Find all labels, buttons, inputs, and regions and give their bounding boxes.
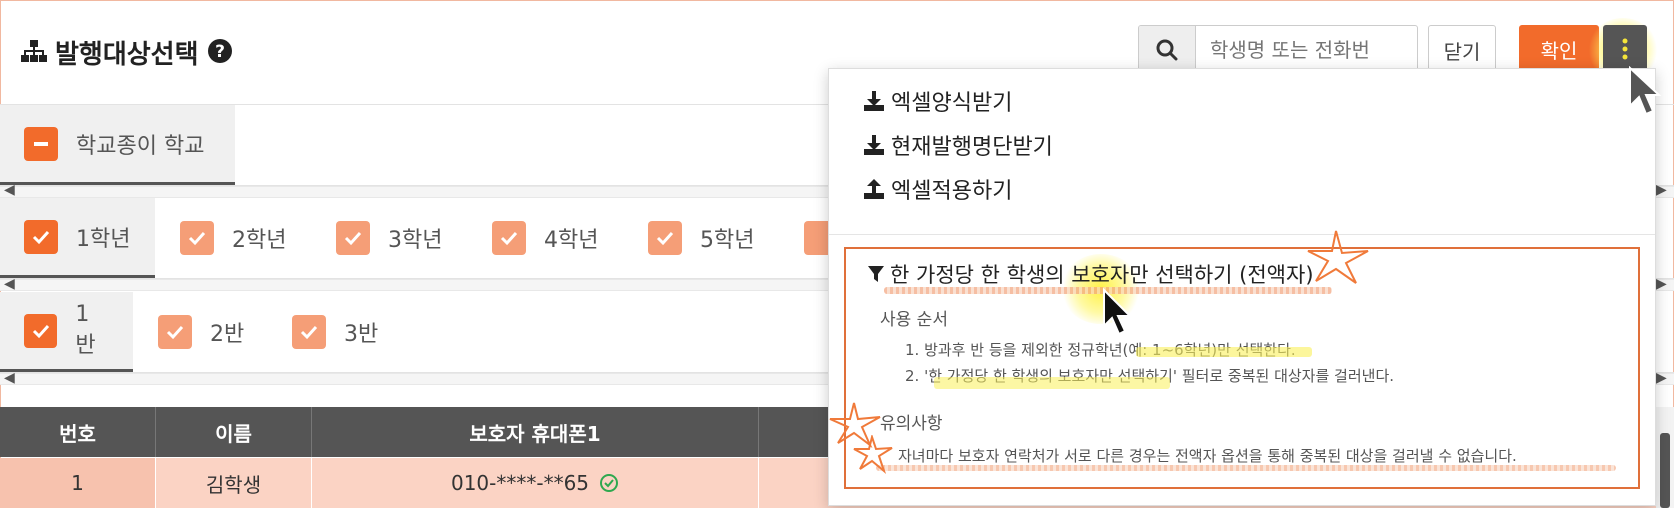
grade-chip[interactable]: 4학년 bbox=[492, 198, 598, 278]
help-icon[interactable]: ? bbox=[207, 38, 233, 68]
search-button[interactable] bbox=[1139, 26, 1196, 74]
usage-title: 사용 순서 bbox=[880, 310, 948, 330]
search-icon bbox=[1156, 39, 1178, 61]
checkbox-checked[interactable] bbox=[158, 315, 192, 349]
school-chip[interactable]: 학교종이 학교 bbox=[0, 105, 235, 185]
scroll-right-icon[interactable]: ▶ bbox=[1656, 276, 1667, 292]
search-input[interactable] bbox=[1196, 26, 1412, 74]
class-label: 3반 bbox=[344, 322, 379, 347]
check-icon bbox=[32, 230, 50, 244]
download-icon bbox=[864, 91, 884, 111]
grade-label: 2학년 bbox=[232, 228, 287, 253]
grade-chip[interactable]: 2학년 bbox=[180, 198, 286, 278]
checkbox-checked[interactable] bbox=[492, 221, 526, 255]
highlight-mark bbox=[934, 377, 1170, 389]
scroll-right-icon[interactable]: ▶ bbox=[1656, 182, 1667, 198]
check-icon bbox=[300, 325, 318, 340]
grade-label: 5학년 bbox=[700, 228, 755, 253]
checkbox-checked[interactable] bbox=[180, 221, 214, 255]
class-chip[interactable]: 1반 bbox=[0, 292, 133, 372]
grade-label: 1학년 bbox=[76, 226, 131, 252]
check-icon bbox=[344, 231, 362, 246]
class-chip[interactable]: 2반 bbox=[158, 292, 244, 372]
scroll-left-icon[interactable]: ◀ bbox=[4, 182, 15, 198]
mouse-cursor-icon bbox=[1103, 288, 1133, 336]
kebab-icon bbox=[1622, 38, 1628, 60]
filter-title[interactable]: 한 가정당 한 학생의 보호자만 선택하기 (전액자) bbox=[868, 259, 1314, 289]
checkbox-checked[interactable] bbox=[24, 313, 58, 348]
menu-divider bbox=[829, 234, 1655, 235]
check-icon bbox=[32, 324, 49, 338]
class-label: 1반 bbox=[75, 302, 96, 358]
scroll-right-icon[interactable]: ▶ bbox=[1656, 370, 1667, 386]
title-area: 발행대상선택 ? bbox=[21, 34, 233, 71]
cell-phone: 010-****-**65 bbox=[312, 458, 759, 508]
more-options-dropdown: 엑셀양식받기 현재발행명단받기 엑셀적용하기 한 가정당 한 학생의 보호자만 … bbox=[828, 68, 1656, 506]
page-title: 발행대상선택 bbox=[55, 40, 199, 70]
grade-label: 3학년 bbox=[388, 228, 443, 253]
check-icon bbox=[188, 231, 206, 246]
column-header[interactable]: 보호자 휴대폰1 bbox=[312, 407, 759, 457]
filter-title-text: 한 가정당 한 학생의 보호자만 선택하기 (전액자) bbox=[890, 263, 1314, 287]
filter-icon bbox=[868, 266, 884, 282]
check-icon bbox=[166, 325, 184, 340]
grade-chip[interactable]: 5학년 bbox=[648, 198, 754, 278]
grade-chip[interactable]: 1학년 bbox=[0, 198, 155, 278]
sitemap-icon bbox=[21, 39, 47, 67]
check-icon bbox=[500, 231, 518, 246]
verified-check-icon bbox=[600, 474, 619, 492]
menu-item-download-template[interactable]: 엑셀양식받기 bbox=[863, 85, 1012, 117]
download-icon bbox=[864, 135, 884, 155]
star-annotation-icon bbox=[853, 435, 893, 475]
scroll-left-icon[interactable]: ◀ bbox=[4, 370, 15, 386]
class-label: 2반 bbox=[210, 322, 245, 347]
annotation-underline bbox=[876, 465, 1616, 471]
checkbox-checked[interactable] bbox=[24, 219, 58, 254]
star-annotation-icon bbox=[1307, 230, 1369, 284]
checkbox-checked[interactable] bbox=[648, 221, 682, 255]
svg-text:?: ? bbox=[215, 42, 225, 62]
mouse-cursor-icon bbox=[1629, 66, 1662, 116]
school-label: 학교종이 학교 bbox=[76, 133, 205, 159]
checkbox-checked[interactable] bbox=[292, 315, 326, 349]
cell-number: 1 bbox=[0, 458, 156, 508]
caution-text: 자녀마다 보호자 연락처가 서로 다른 경우는 전액자 옵션을 통해 중복된 대… bbox=[898, 447, 1517, 465]
menu-item-label: 현재발행명단받기 bbox=[891, 135, 1053, 160]
vertical-scrollbar[interactable] bbox=[1656, 407, 1674, 508]
grade-label: 4학년 bbox=[544, 228, 599, 253]
menu-item-upload-excel[interactable]: 엑셀적용하기 bbox=[863, 173, 1012, 205]
menu-item-download-list[interactable]: 현재발행명단받기 bbox=[863, 129, 1053, 161]
cell-name: 김학생 bbox=[156, 458, 312, 508]
menu-item-label: 엑셀적용하기 bbox=[891, 179, 1013, 204]
column-header[interactable]: 번호 bbox=[0, 407, 156, 457]
upload-icon bbox=[864, 179, 884, 199]
partial-checkbox[interactable] bbox=[24, 126, 58, 161]
checkbox-checked[interactable] bbox=[336, 221, 370, 255]
family-filter-option[interactable]: 한 가정당 한 학생의 보호자만 선택하기 (전액자) 사용 순서 1. 방과후… bbox=[829, 230, 1640, 489]
phone-text: 010-****-**65 bbox=[450, 471, 590, 495]
column-header[interactable]: 이름 bbox=[156, 407, 312, 457]
grade-chip[interactable]: 3학년 bbox=[336, 198, 442, 278]
highlight-mark bbox=[1136, 347, 1312, 357]
menu-item-label: 엑셀양식받기 bbox=[891, 91, 1013, 116]
scroll-left-icon[interactable]: ◀ bbox=[4, 276, 15, 292]
check-icon bbox=[656, 231, 674, 246]
class-chip[interactable]: 3반 bbox=[292, 292, 378, 372]
confirm-button[interactable]: 확인 bbox=[1519, 25, 1599, 73]
